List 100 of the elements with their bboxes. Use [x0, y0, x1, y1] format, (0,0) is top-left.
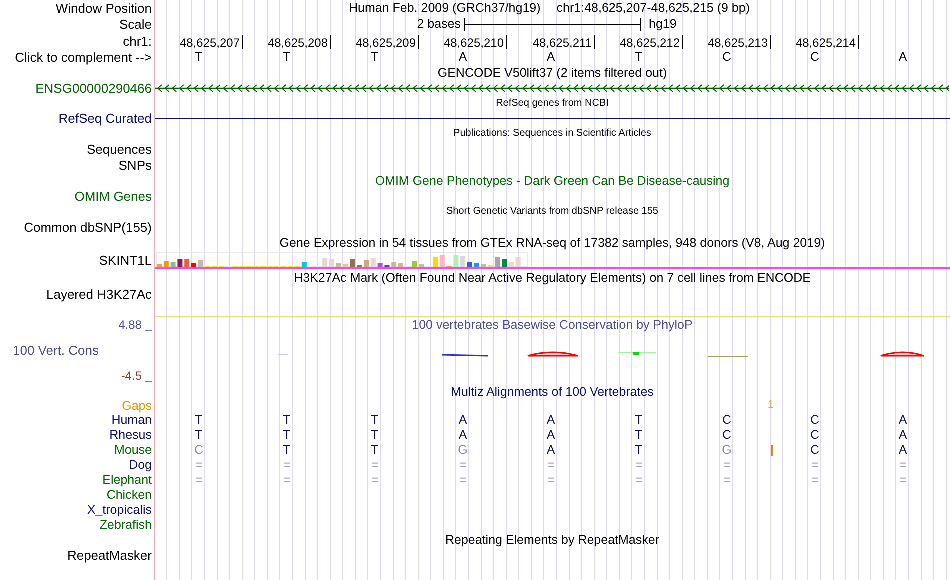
scale-text: 2 bases — [417, 18, 461, 31]
aligned-base: C — [722, 429, 732, 442]
species-label[interactable]: Dog — [129, 459, 152, 472]
track-label[interactable]: Window Position — [56, 2, 152, 14]
gap-count: 1 — [768, 400, 774, 411]
species-label[interactable]: Rhesus — [110, 429, 152, 442]
position-tick: 48,625,209 — [356, 35, 419, 49]
aligned-base: A — [546, 444, 556, 457]
aligned-base: = — [811, 459, 819, 472]
aligned-base: T — [195, 429, 203, 442]
track-label[interactable]: RepeatMasker — [67, 549, 152, 562]
aligned-base: T — [283, 444, 291, 457]
aligned-base: = — [195, 459, 203, 472]
track-label[interactable]: Common dbSNP(155) — [24, 221, 152, 234]
aligned-base: T — [635, 444, 643, 457]
axis-min-label: -4.5 _ — [121, 370, 152, 382]
track-label[interactable]: RefSeq Curated — [58, 112, 152, 125]
track-label[interactable]: Sequences — [86, 143, 152, 156]
aligned-base: T — [635, 429, 643, 442]
species-label[interactable]: Elephant — [102, 474, 152, 487]
aligned-base: T — [371, 414, 379, 427]
position-tick: 48,625,213 — [708, 35, 771, 49]
track-title: Publications: Sequences in Scientific Articles — [454, 129, 652, 139]
track-title: GENCODE V50lift37 (2 items filtered out) — [438, 66, 668, 80]
aligned-base: G — [458, 444, 468, 457]
aligned-base: A — [898, 414, 908, 427]
species-label[interactable]: Chicken — [106, 489, 152, 502]
track-label[interactable]: Layered H3K27Ac — [46, 288, 152, 301]
species-label[interactable]: Mouse — [114, 444, 152, 457]
aligned-base: A — [546, 414, 556, 427]
species-label[interactable]: X_tropicalis — [87, 504, 152, 517]
aligned-base: = — [283, 459, 291, 472]
aligned-base: G — [722, 444, 732, 457]
aligned-base: T — [283, 414, 291, 427]
aligned-base: = — [371, 459, 379, 472]
track-title: OMIM Gene Phenotypes - Dark Green Can Be Disease-causing — [375, 174, 730, 188]
aligned-base: = — [635, 459, 643, 472]
position-tick: 48,625,207 — [180, 35, 243, 49]
axis-max-label: 4.88 _ — [118, 319, 152, 331]
track-label[interactable]: SNPs — [118, 158, 152, 172]
position-text: chr1:48,625,207-48,625,215 (9 bp) — [556, 2, 750, 14]
aligned-base: T — [635, 414, 643, 427]
track-label[interactable]: 100 Vert. Cons — [13, 344, 99, 356]
aligned-base: = — [899, 459, 907, 472]
aligned-base: C — [194, 444, 204, 457]
aligned-base: = — [547, 459, 555, 472]
track-label[interactable]: Scale — [119, 18, 152, 31]
aligned-base: T — [371, 429, 379, 442]
reference-base[interactable]: A — [898, 50, 908, 64]
aligned-base: = — [283, 474, 291, 487]
aligned-base: A — [458, 429, 468, 442]
aligned-base: C — [810, 429, 820, 442]
position-tick: 48,625,210 — [444, 35, 507, 49]
aligned-base: T — [195, 414, 203, 427]
track-label[interactable]: SKINT1L — [99, 254, 152, 266]
reference-base[interactable]: C — [810, 50, 820, 64]
aligned-base: C — [810, 444, 820, 457]
aligned-base: = — [459, 459, 467, 472]
track-title: 100 vertebrates Basewise Conservation by PhyloP — [412, 318, 693, 332]
species-label[interactable]: Human — [112, 414, 152, 427]
aligned-base: A — [458, 414, 468, 427]
aligned-base: = — [811, 474, 819, 487]
aligned-base: A — [898, 429, 908, 442]
track-title: RefSeq genes from NCBI — [496, 98, 609, 108]
position-tick: 48,625,212 — [620, 35, 683, 49]
track-title: Gene Expression in 54 tissues from GTEx RNA-seq of 17382 samples, 948 donors (V8, Aug 2019) — [280, 236, 826, 250]
track-title: Repeating Elements by RepeatMasker — [445, 534, 660, 547]
reference-base[interactable]: T — [195, 50, 203, 64]
track-label[interactable]: Click to complement --> — [15, 50, 152, 64]
position-tick: 48,625,214 — [796, 35, 859, 49]
aligned-base: = — [723, 459, 731, 472]
track-title: Short Genetic Variants from dbSNP release 155 — [446, 207, 658, 217]
reference-base[interactable]: T — [283, 50, 291, 64]
aligned-base: = — [899, 474, 907, 487]
species-label[interactable]: Zebrafish — [100, 519, 152, 532]
aligned-base: = — [459, 474, 467, 487]
gene-line[interactable] — [155, 118, 950, 120]
aligned-base: A — [898, 444, 908, 457]
aligned-base: = — [723, 474, 731, 487]
reference-base[interactable]: A — [458, 50, 468, 64]
gene-strand-drawing[interactable] — [155, 84, 949, 93]
aligned-base: = — [195, 474, 203, 487]
track-label[interactable]: ENSG00000290466 — [36, 82, 152, 95]
reference-base[interactable]: T — [371, 50, 379, 64]
track-title: Multiz Alignments of 100 Vertebrates — [451, 386, 654, 398]
position-tick: 48,625,211 — [532, 35, 595, 49]
reference-base[interactable]: T — [635, 50, 643, 64]
aligned-base: C — [722, 414, 732, 427]
aligned-base: = — [371, 474, 379, 487]
aligned-base: C — [810, 414, 820, 427]
scale-assembly: hg19 — [648, 18, 677, 31]
track-label[interactable]: chr1: — [123, 34, 152, 48]
aligned-base: = — [547, 474, 555, 487]
reference-base[interactable]: A — [546, 50, 556, 64]
position-tick: 48,625,208 — [268, 35, 331, 49]
aligned-base: T — [371, 444, 379, 457]
track-label[interactable]: OMIM Genes — [74, 190, 152, 203]
aligned-base: A — [546, 429, 556, 442]
aligned-base: = — [635, 474, 643, 487]
reference-base[interactable]: C — [722, 50, 732, 64]
